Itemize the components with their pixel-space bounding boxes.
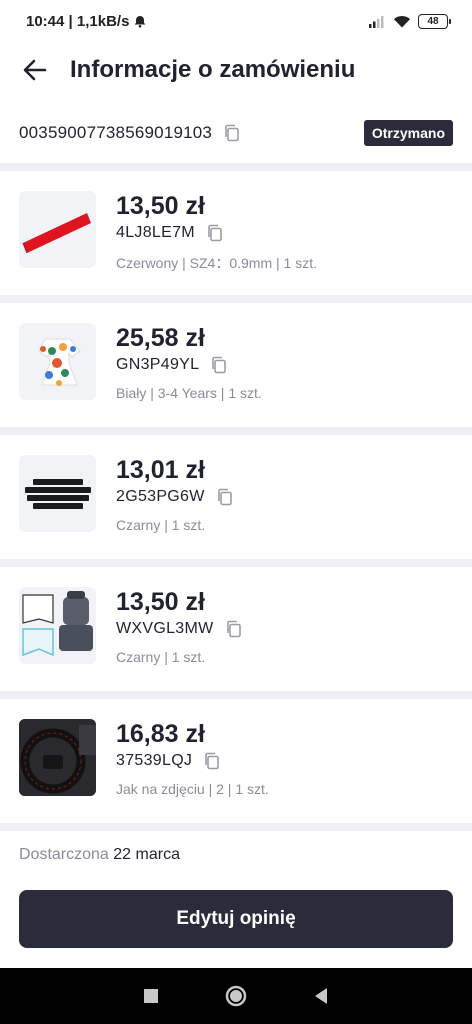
delivery-info: Dostarczona 22 marca bbox=[19, 846, 180, 864]
item-price: 13,50 zł bbox=[116, 588, 205, 616]
delivery-date: 22 marca bbox=[113, 846, 180, 863]
item-variant: Czarny | 1 szt. bbox=[116, 517, 206, 533]
sku-row: 4LJ8LE7M bbox=[116, 223, 317, 243]
separator bbox=[0, 163, 472, 171]
copy-icon[interactable] bbox=[205, 223, 225, 243]
edit-review-button[interactable]: Edytuj opinię bbox=[19, 890, 453, 948]
item-info: 16,83 zł 37539LQJ Jak na zdjęciu | 2 | 1… bbox=[116, 719, 269, 797]
status-left: 10:44 | 1,1kB/s bbox=[26, 13, 147, 30]
delivery-label: Dostarczona bbox=[19, 846, 109, 863]
copy-icon[interactable] bbox=[215, 487, 235, 507]
battery-level: 48 bbox=[427, 15, 439, 27]
separator bbox=[0, 427, 472, 435]
status-time: 10:44 | 1,1kB/s bbox=[26, 12, 130, 30]
copy-icon[interactable] bbox=[202, 751, 222, 771]
recent-apps-icon[interactable] bbox=[143, 988, 159, 1004]
separator bbox=[0, 559, 472, 567]
item-info: 13,50 zł WXVGL3MW Czarny | 1 szt. bbox=[116, 587, 244, 665]
item-price: 25,58 zł bbox=[116, 324, 205, 352]
item-price: 16,83 zł bbox=[116, 720, 205, 748]
home-icon[interactable] bbox=[225, 985, 247, 1007]
item-sku: WXVGL3MW bbox=[116, 620, 214, 637]
product-image bbox=[19, 323, 96, 400]
battery-icon: 48 bbox=[418, 13, 451, 29]
list-item[interactable]: 13,01 zł 2G53PG6W Czarny | 1 szt. bbox=[0, 435, 472, 559]
item-info: 13,50 zł 4LJ8LE7M Czerwony | SZ4：0.9mm |… bbox=[116, 191, 317, 273]
alarm-icon bbox=[134, 16, 146, 28]
item-variant: Czerwony | SZ4：0.9mm | 1 szt. bbox=[116, 255, 317, 271]
back-button[interactable] bbox=[0, 42, 70, 98]
status-bar: 10:44 | 1,1kB/s 48 bbox=[0, 0, 472, 42]
item-variant: Jak na zdjęciu | 2 | 1 szt. bbox=[116, 781, 269, 797]
item-variant: Biały | 3-4 Years | 1 szt. bbox=[116, 385, 262, 401]
item-sku: GN3P49YL bbox=[116, 356, 200, 373]
list-item[interactable]: 16,83 zł 37539LQJ Jak na zdjęciu | 2 | 1… bbox=[0, 699, 472, 823]
copy-icon[interactable] bbox=[209, 355, 229, 375]
list-item[interactable]: 25,58 zł GN3P49YL Biały | 3-4 Years | 1 … bbox=[0, 303, 472, 427]
product-dress-image bbox=[38, 338, 81, 386]
product-image bbox=[19, 587, 96, 664]
app-header: Informacje o zamówieniu bbox=[0, 42, 472, 98]
product-image bbox=[19, 455, 96, 532]
list-item[interactable]: 13,50 zł WXVGL3MW Czarny | 1 szt. bbox=[0, 567, 472, 691]
item-price: 13,50 zł bbox=[116, 192, 205, 220]
product-sill-strips-image bbox=[25, 479, 91, 509]
back-triangle-icon[interactable] bbox=[313, 987, 329, 1005]
order-row: 00359007738569019103 Otrzymano bbox=[0, 110, 472, 156]
order-id-wrap: 00359007738569019103 bbox=[19, 123, 242, 143]
sku-row: GN3P49YL bbox=[116, 355, 262, 375]
page-title: Informacje o zamówieniu bbox=[70, 56, 356, 83]
signal-icon bbox=[369, 16, 384, 28]
item-info: 25,58 zł GN3P49YL Biały | 3-4 Years | 1 … bbox=[116, 323, 262, 401]
item-info: 13,01 zł 2G53PG6W Czarny | 1 szt. bbox=[116, 455, 235, 533]
order-id: 00359007738569019103 bbox=[19, 123, 213, 142]
wifi-icon bbox=[394, 15, 410, 28]
list-item[interactable]: 13,50 zł 4LJ8LE7M Czerwony | SZ4：0.9mm |… bbox=[0, 171, 472, 295]
copy-icon[interactable] bbox=[224, 619, 244, 639]
sku-row: WXVGL3MW bbox=[116, 619, 244, 639]
arrow-left-icon bbox=[23, 59, 47, 81]
product-image bbox=[19, 191, 96, 268]
separator bbox=[0, 295, 472, 303]
system-nav-bar bbox=[0, 968, 472, 1024]
item-sku: 37539LQJ bbox=[116, 752, 193, 769]
copy-icon[interactable] bbox=[222, 123, 242, 143]
product-steering-wheel-cover-image bbox=[19, 719, 96, 796]
separator bbox=[0, 691, 472, 699]
status-right: 48 bbox=[368, 13, 451, 29]
sku-row: 37539LQJ bbox=[116, 751, 269, 771]
sku-row: 2G53PG6W bbox=[116, 487, 235, 507]
item-variant: Czarny | 1 szt. bbox=[116, 649, 206, 665]
item-sku: 4LJ8LE7M bbox=[116, 224, 195, 241]
product-seat-cover-image bbox=[22, 591, 93, 657]
product-image bbox=[19, 719, 96, 796]
item-price: 13,01 zł bbox=[116, 456, 205, 484]
separator bbox=[0, 823, 472, 831]
status-badge: Otrzymano bbox=[363, 120, 453, 146]
product-headband-image bbox=[22, 213, 91, 254]
item-sku: 2G53PG6W bbox=[116, 488, 205, 505]
